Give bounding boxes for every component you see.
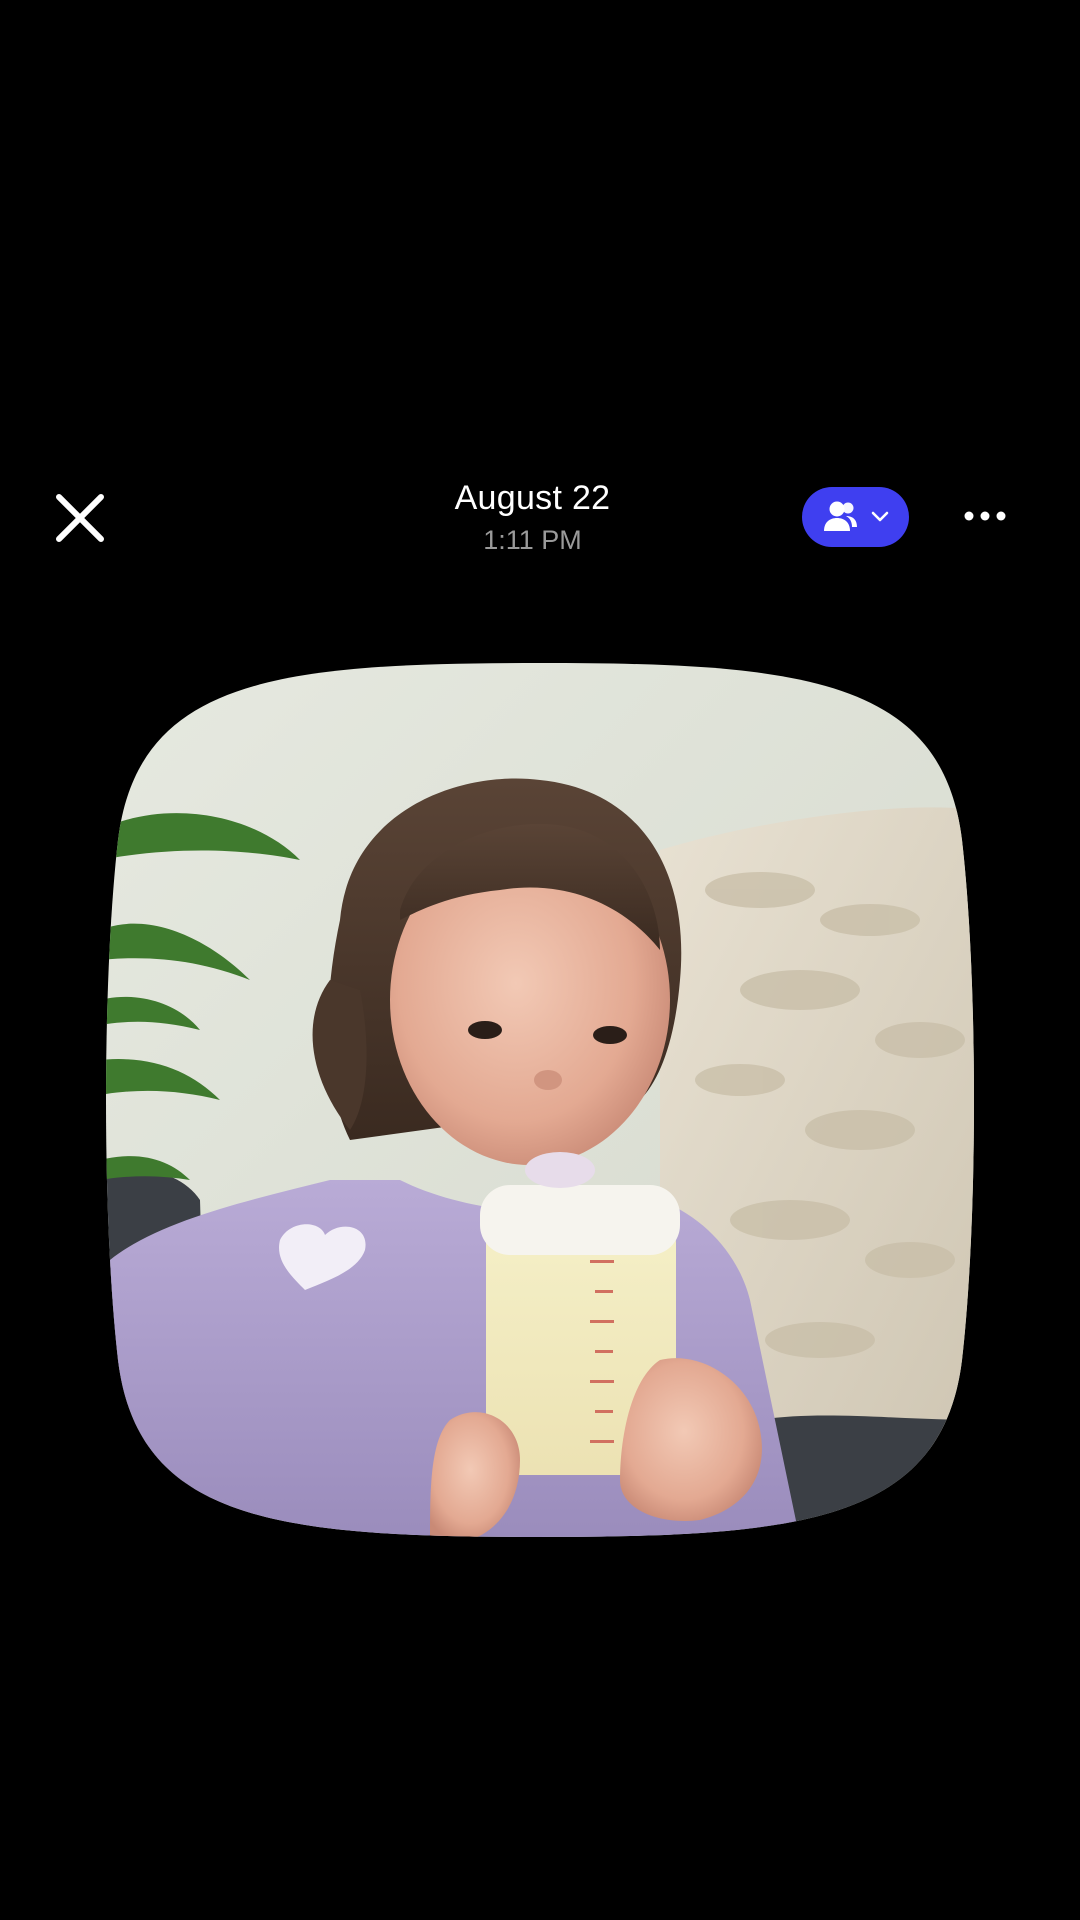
memory-photo[interactable] <box>100 660 980 1540</box>
more-horizontal-icon <box>964 511 1006 521</box>
more-options-button[interactable] <box>955 496 1015 536</box>
audience-selector-button[interactable] <box>802 487 909 547</box>
close-icon <box>56 494 104 542</box>
header-title-block: August 22 1:11 PM <box>340 475 725 557</box>
chevron-down-icon <box>871 511 888 522</box>
memory-date: August 22 <box>454 479 611 517</box>
people-icon <box>823 501 857 531</box>
close-button[interactable] <box>50 488 110 548</box>
memory-time: 1:11 PM <box>483 525 582 555</box>
photo-viewer-screen: August 22 1:11 PM <box>0 0 1080 1920</box>
photo-image <box>106 663 974 1537</box>
